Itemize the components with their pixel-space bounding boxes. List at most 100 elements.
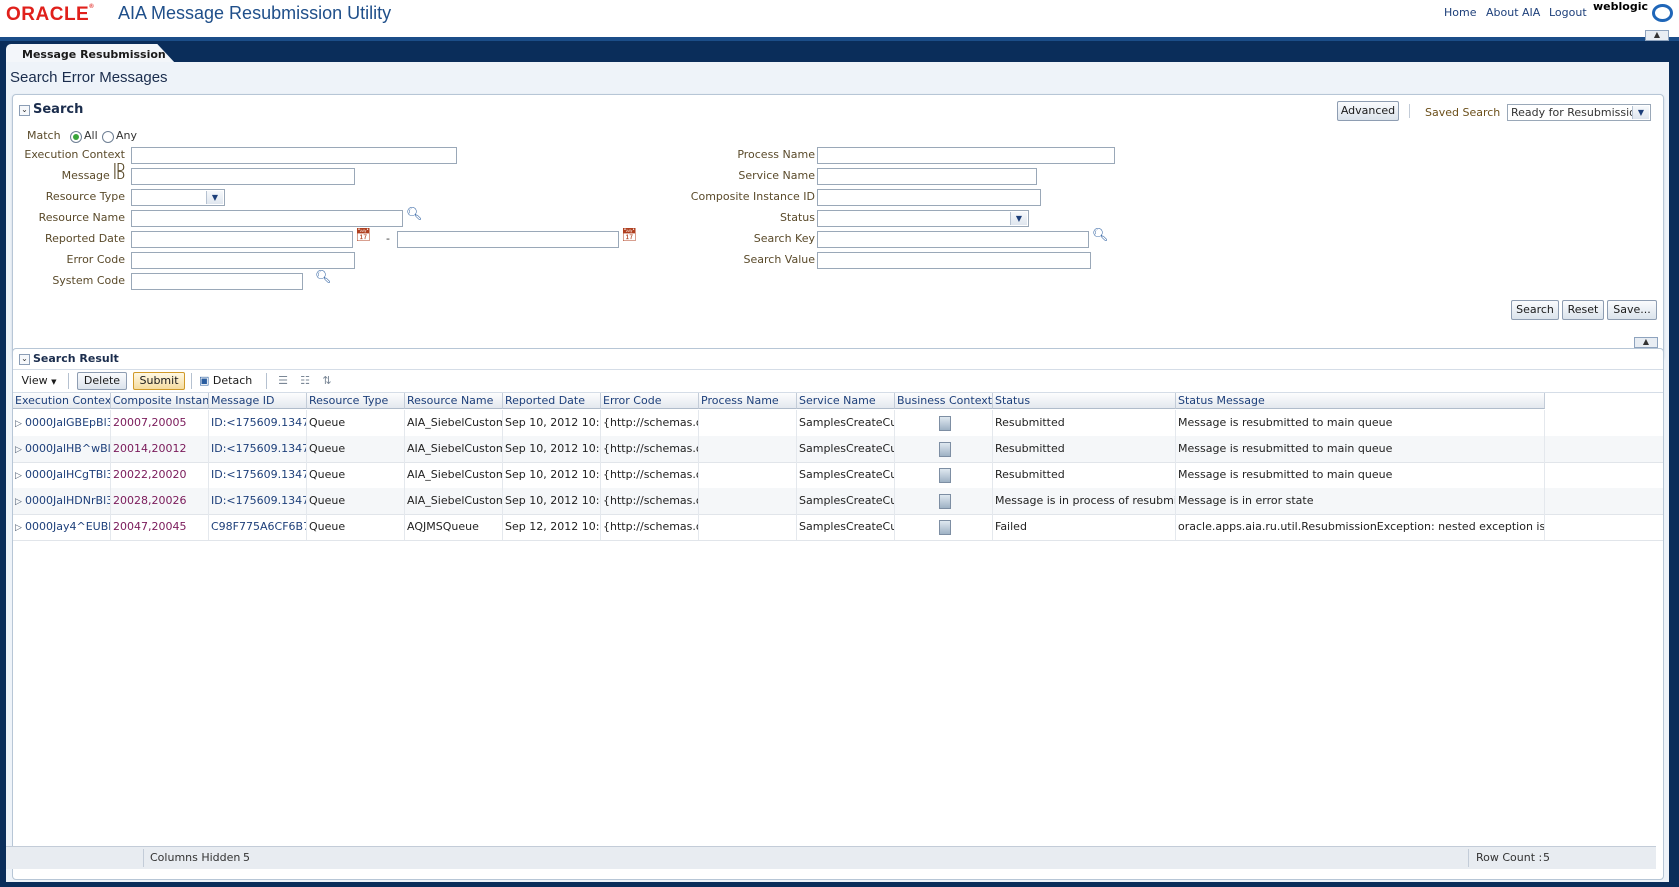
business-context-icon[interactable] <box>938 441 951 457</box>
cell-composite-instance-id[interactable]: 20047,20045 <box>111 514 209 540</box>
business-context-icon[interactable] <box>938 415 951 431</box>
execution-context-id-link[interactable]: 0000Jay4^EUBl3W <box>25 520 110 533</box>
reported-date-to-input[interactable] <box>397 231 619 248</box>
execution-context-id-link[interactable]: 0000JalHDNrBl3W <box>25 494 110 507</box>
expand-row-icon[interactable]: ▷ <box>15 411 25 436</box>
service-name-input[interactable] <box>817 168 1037 185</box>
cell-error-code: {http://schemas.o... <box>601 488 699 514</box>
view-menu[interactable]: View ▼ <box>17 372 61 389</box>
home-link[interactable]: Home <box>1444 6 1476 19</box>
system-code-search-icon[interactable]: 🔍︎ <box>315 270 332 285</box>
search-value-input[interactable] <box>817 252 1091 269</box>
execution-context-id-input[interactable] <box>131 147 457 164</box>
expand-row-icon[interactable]: ▷ <box>15 463 25 488</box>
column-header-message-id[interactable]: Message ID <box>209 393 307 409</box>
business-context-icon[interactable] <box>938 467 951 483</box>
table-row[interactable]: ▷0000JalGBEpBl3W20007,20005ID:<175609.13… <box>13 410 1663 437</box>
column-header-resource-type[interactable]: Resource Type <box>307 393 405 409</box>
message-id-input[interactable] <box>131 168 355 185</box>
cell-message-id[interactable]: ID:<175609.1347... <box>209 462 307 488</box>
search-result-title: Search Result <box>33 352 119 365</box>
table-row[interactable]: ▷0000Jay4^EUBl3W20047,20045C98F775A6CF6B… <box>13 514 1663 541</box>
table-row[interactable]: ▷0000JalHDNrBl3W20028,20026ID:<175609.13… <box>13 488 1663 515</box>
process-name-input[interactable] <box>817 147 1115 164</box>
save-button[interactable]: Save... <box>1607 300 1657 320</box>
cell-business-context-search <box>895 488 993 514</box>
column-header-resource-name[interactable]: Resource Name <box>405 393 503 409</box>
resource-name-search-icon[interactable]: 🔍︎ <box>406 207 423 222</box>
composite-instance-id-input[interactable] <box>817 189 1041 206</box>
status-select[interactable]: ▼ <box>817 210 1029 227</box>
cell-message-id[interactable]: ID:<175609.1347... <box>209 436 307 462</box>
saved-search-select[interactable]: Ready for Resubmission ▼ <box>1507 104 1651 121</box>
execution-context-id-link[interactable]: 0000JalHB^wBl3W <box>25 442 110 455</box>
column-header-service-name[interactable]: Service Name <box>797 393 895 409</box>
detach-button[interactable]: ▣ Detach <box>199 372 257 389</box>
submit-button[interactable]: Submit <box>133 372 185 390</box>
calendar-icon[interactable]: 📅︎ <box>621 228 638 243</box>
cell-resource-name: AIA_SiebelCustom... <box>405 410 503 436</box>
cell-business-context-search <box>895 462 993 488</box>
column-header-reported-date[interactable]: Reported Date <box>503 393 601 409</box>
system-code-input[interactable] <box>131 273 303 290</box>
expand-row-icon[interactable]: ▷ <box>15 515 25 540</box>
oracle-logo: ORACLE® <box>6 4 95 25</box>
reset-button[interactable]: Reset <box>1562 300 1604 320</box>
calendar-icon[interactable]: 📅︎ <box>355 228 372 243</box>
cell-message-id[interactable]: ID:<175609.1347... <box>209 488 307 514</box>
freeze-icon[interactable]: ☰ <box>275 372 291 389</box>
search-key-input[interactable] <box>817 231 1089 248</box>
cell-execution-context-id[interactable]: ▷0000Jay4^EUBl3W <box>13 514 111 540</box>
cell-execution-context-id[interactable]: ▷0000JalHB^wBl3W <box>13 436 111 462</box>
logout-link[interactable]: Logout <box>1549 6 1587 19</box>
expand-row-icon[interactable]: ▷ <box>15 437 25 462</box>
search-button[interactable]: Search <box>1511 300 1559 320</box>
cell-status: Resubmitted <box>993 410 1176 436</box>
wrap-icon[interactable]: ☷ <box>297 372 313 389</box>
execution-context-id-link[interactable]: 0000JalGBEpBl3W <box>25 416 110 429</box>
business-context-icon[interactable] <box>938 519 951 535</box>
cell-message-id[interactable]: ID:<175609.1347... <box>209 410 307 436</box>
column-header-process-name[interactable]: Process Name <box>699 393 797 409</box>
reorder-icon[interactable]: ⇅ <box>319 372 335 389</box>
divider <box>1409 104 1410 118</box>
table-row[interactable]: ▷0000JalHB^wBl3W20014,20012ID:<175609.13… <box>13 436 1663 463</box>
advanced-button[interactable]: Advanced <box>1337 101 1399 121</box>
resource-type-select[interactable]: ▼ <box>131 189 225 206</box>
column-header-status-message[interactable]: Status Message <box>1176 393 1545 409</box>
app-header: ORACLE® AIA Message Resubmission Utility… <box>0 0 1679 37</box>
tab-message-resubmission[interactable]: Message Resubmission <box>6 44 176 64</box>
cell-execution-context-id[interactable]: ▷0000JalHCgTBl3W <box>13 462 111 488</box>
cell-composite-instance-id[interactable]: 20014,20012 <box>111 436 209 462</box>
match-any-radio[interactable] <box>102 131 114 143</box>
reported-date-from-input[interactable] <box>131 231 353 248</box>
result-disclose-icon[interactable]: ⌄ <box>19 354 30 365</box>
cell-execution-context-id[interactable]: ▷0000JalGBEpBl3W <box>13 410 111 436</box>
resource-name-label: Resource Name <box>38 211 125 224</box>
error-code-input[interactable] <box>131 252 355 269</box>
cell-message-id[interactable]: C98F775A6CF6B7... <box>209 514 307 540</box>
about-aia-link[interactable]: About AIA <box>1486 6 1540 19</box>
table-row[interactable]: ▷0000JalHCgTBl3W20022,20020ID:<175609.13… <box>13 462 1663 489</box>
resource-name-input[interactable] <box>131 210 403 227</box>
match-all-radio[interactable] <box>70 131 82 143</box>
column-header-error-code[interactable]: Error Code <box>601 393 699 409</box>
cell-business-context-search <box>895 436 993 462</box>
column-header-composite-instance-id[interactable]: Composite Instance ID <box>111 393 209 409</box>
column-header-execution-context-id[interactable]: Execution Context ID <box>13 393 111 409</box>
cell-execution-context-id[interactable]: ▷0000JalHDNrBl3W <box>13 488 111 514</box>
cell-composite-instance-id[interactable]: 20007,20005 <box>111 410 209 436</box>
cell-error-code: {http://schemas.o... <box>601 436 699 462</box>
column-header-status[interactable]: Status <box>993 393 1176 409</box>
cell-composite-instance-id[interactable]: 20022,20020 <box>111 462 209 488</box>
search-disclose-icon[interactable]: ⌄ <box>19 105 30 116</box>
collapse-header-icon[interactable]: ▲ <box>1645 30 1669 41</box>
delete-button[interactable]: Delete <box>77 372 127 390</box>
execution-context-id-link[interactable]: 0000JalHCgTBl3W <box>25 468 110 481</box>
expand-row-icon[interactable]: ▷ <box>15 489 25 514</box>
collapse-search-icon[interactable]: ▲ <box>1634 337 1658 348</box>
search-key-search-icon[interactable]: 🔍︎ <box>1092 228 1109 243</box>
cell-composite-instance-id[interactable]: 20028,20026 <box>111 488 209 514</box>
column-header-business-context-search[interactable]: Business Context Search <box>895 393 993 409</box>
business-context-icon[interactable] <box>938 493 951 509</box>
